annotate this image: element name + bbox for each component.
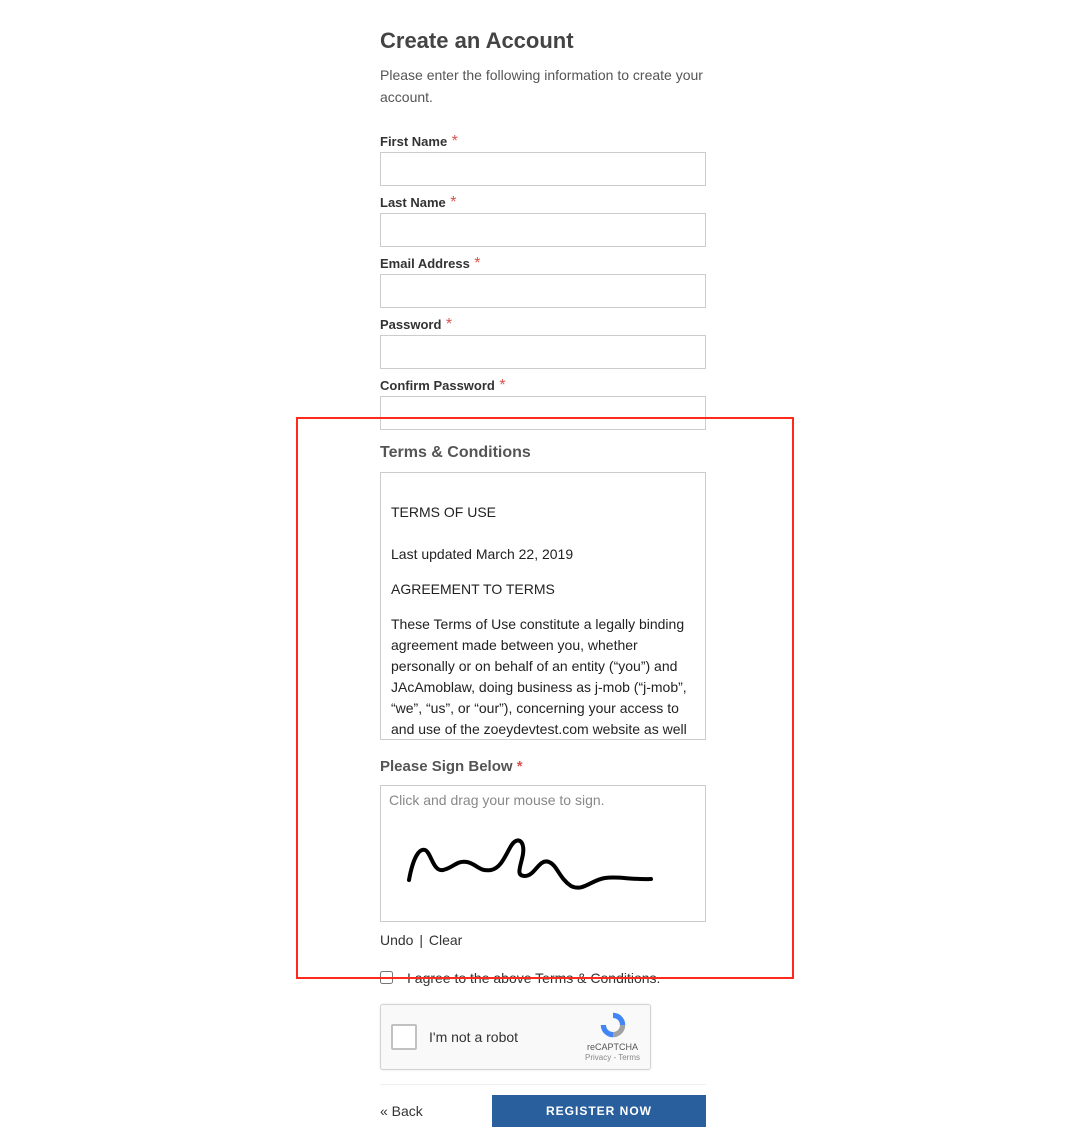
page-subtitle: Please enter the following information t… <box>380 64 706 109</box>
terms-line1: TERMS OF USE <box>391 504 496 520</box>
recaptcha-label: I'm not a robot <box>429 1029 518 1045</box>
required-marker: * <box>446 316 452 333</box>
page-title: Create an Account <box>380 28 706 54</box>
required-marker: * <box>452 133 458 150</box>
field-email: Email Address * <box>380 255 706 308</box>
terms-section-title: Terms & Conditions <box>380 444 706 462</box>
field-first-name: First Name * <box>380 133 706 186</box>
password-input[interactable] <box>380 335 706 369</box>
signature-hint: Click and drag your mouse to sign. <box>389 792 605 808</box>
email-input[interactable] <box>380 274 706 308</box>
signature-actions: Undo | Clear <box>380 932 706 948</box>
email-label: Email Address <box>380 256 470 271</box>
recaptcha-branding: reCAPTCHA Privacy - Terms <box>585 1011 640 1062</box>
first-name-input[interactable] <box>380 152 706 186</box>
first-name-label: First Name <box>380 134 447 149</box>
terms-body: These Terms of Use constitute a legally … <box>391 614 695 740</box>
last-name-input[interactable] <box>380 213 706 247</box>
required-marker: * <box>474 255 480 272</box>
required-marker: * <box>450 194 456 211</box>
confirm-password-label: Confirm Password <box>380 378 495 393</box>
agree-label: I agree to the above Terms & Conditions. <box>407 970 660 986</box>
last-name-label: Last Name <box>380 195 446 210</box>
separator: | <box>419 932 423 948</box>
terms-line2: Last updated March 22, 2019 <box>391 546 573 562</box>
signature-pad[interactable]: Click and drag your mouse to sign. <box>380 785 706 922</box>
required-marker: * <box>499 377 505 394</box>
undo-link[interactable]: Undo <box>380 932 413 948</box>
recaptcha-widget: I'm not a robot reCAPTCHA Privacy - Term… <box>380 1004 651 1070</box>
confirm-password-input[interactable] <box>380 396 706 430</box>
recaptcha-legal[interactable]: Privacy - Terms <box>585 1053 640 1062</box>
terms-line3: AGREEMENT TO TERMS <box>391 579 695 600</box>
field-last-name: Last Name * <box>380 194 706 247</box>
password-label: Password <box>380 317 441 332</box>
create-account-form: Create an Account Please enter the follo… <box>380 0 706 1127</box>
required-marker: * <box>517 758 523 775</box>
register-button[interactable]: REGISTER NOW <box>492 1095 706 1127</box>
recaptcha-checkbox[interactable] <box>391 1024 417 1050</box>
recaptcha-brand: reCAPTCHA <box>585 1042 640 1052</box>
agree-row: I agree to the above Terms & Conditions. <box>380 970 706 986</box>
clear-link[interactable]: Clear <box>429 932 462 948</box>
terms-textarea[interactable]: TERMS OF USE Last updated March 22, 2019… <box>380 472 706 740</box>
field-password: Password * <box>380 316 706 369</box>
field-confirm-password: Confirm Password * <box>380 377 706 430</box>
recaptcha-icon <box>598 1011 628 1039</box>
signature-stroke-icon <box>401 836 671 896</box>
agree-checkbox[interactable] <box>380 971 393 984</box>
form-footer: « Back REGISTER NOW <box>380 1084 706 1127</box>
signature-title: Please Sign Below * <box>380 758 706 775</box>
back-link[interactable]: « Back <box>380 1103 423 1119</box>
